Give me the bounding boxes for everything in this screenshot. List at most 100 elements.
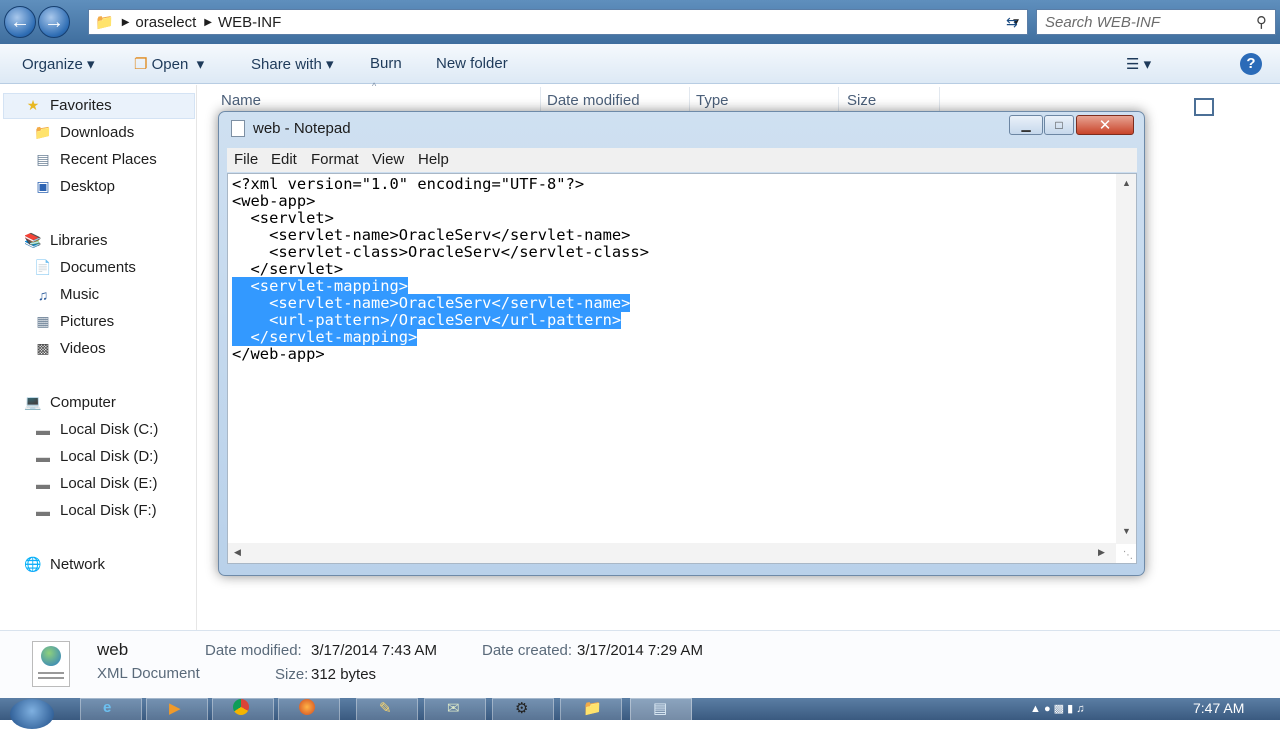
view-options-icon[interactable]: ☰ ▾ (1126, 55, 1151, 73)
column-divider[interactable] (838, 87, 839, 113)
editor-line[interactable]: </web-app> (232, 346, 1112, 363)
breadcrumb-web-inf[interactable]: WEB-INF (218, 14, 281, 31)
help-icon[interactable]: ? (1240, 53, 1262, 75)
sidebar-item-recent-places[interactable]: ▤ Recent Places (34, 151, 156, 168)
line-text: <?xml version="1.0" encoding="UTF-8"?> (232, 175, 585, 193)
menu-file[interactable]: File (234, 151, 258, 168)
clock[interactable]: 7:47 AM (1193, 700, 1244, 716)
scroll-left-icon[interactable]: ◀ (234, 547, 241, 558)
sidebar-item-desktop[interactable]: ▣ Desktop (34, 178, 115, 195)
editor-line[interactable]: <servlet-name>OracleServ</servlet-name> (232, 227, 1112, 244)
sidebar-favorites[interactable]: ★ Favorites (24, 97, 112, 114)
address-bar[interactable]: 📁 ▶ oraselect ▶ WEB-INF ▼ (88, 9, 1028, 35)
scroll-right-icon[interactable]: ▶ (1098, 547, 1105, 558)
network-icon: 🌐 (24, 556, 42, 572)
column-type[interactable]: Type (696, 92, 729, 109)
videos-icon: ▩ (36, 340, 50, 356)
new-folder-button[interactable]: New folder (436, 55, 508, 72)
pictures-icon: ▦ (36, 313, 50, 329)
sidebar-item-local-disk-f[interactable]: ▬ Local Disk (F:) (34, 502, 157, 519)
taskbar-server-button[interactable]: ⚙ (492, 698, 554, 720)
column-date-modified[interactable]: Date modified (547, 92, 640, 109)
organize-button[interactable]: Organize ▾ (22, 55, 95, 73)
taskbar-chrome-button[interactable] (212, 698, 274, 720)
text-editor[interactable]: <?xml version="1.0" encoding="UTF-8"?> <w… (227, 173, 1137, 564)
menu-help[interactable]: Help (418, 151, 449, 168)
search-icon[interactable]: ⚲ (1256, 13, 1267, 31)
documents-icon: 📄 (34, 259, 52, 275)
music-icon: ♫ (37, 286, 49, 303)
navigation-pane: ★ Favorites 📁 Downloads ▤ Recent Places ▣ De… (0, 85, 197, 630)
breadcrumb-oraselect[interactable]: oraselect (135, 14, 196, 31)
sidebar-network[interactable]: 🌐 Network (24, 556, 105, 573)
editor-text[interactable]: <?xml version="1.0" encoding="UTF-8"?> <w… (232, 176, 1112, 542)
share-with-button[interactable]: Share with ▾ (251, 55, 334, 73)
file-name: web (97, 640, 129, 659)
line-text: <servlet> (232, 209, 334, 227)
editor-line[interactable]: <servlet-mapping> (232, 277, 1112, 295)
tray-icons[interactable]: ▲ ● ▩ ▮ ♫ (1030, 702, 1084, 715)
selected-text: <servlet-mapping> (232, 277, 409, 295)
drive-icon: ▬ (36, 475, 50, 492)
sidebar-libraries[interactable]: 📚 Libraries (24, 232, 107, 249)
taskbar-mail-button[interactable]: ✉ (424, 698, 486, 720)
size-value: 312 bytes (311, 666, 377, 683)
burn-button[interactable]: Burn (370, 55, 402, 72)
drive-icon: ▬ (36, 502, 50, 519)
forward-button[interactable]: → (38, 6, 70, 38)
taskbar-paint-button[interactable]: ✎ (356, 698, 418, 720)
taskbar-notepad-button[interactable]: ▤ (630, 698, 692, 720)
editor-line[interactable]: <web-app> (232, 193, 1112, 210)
taskbar-explorer-button[interactable]: 📁 (560, 698, 622, 720)
sidebar-item-local-disk-c[interactable]: ▬ Local Disk (C:) (34, 421, 158, 438)
recent-places-icon: ▤ (36, 151, 50, 167)
arrow-left-icon: ← (10, 10, 30, 33)
taskbar-firefox-button[interactable] (278, 698, 340, 720)
firefox-icon (299, 699, 315, 715)
command-bar: Organize ▾ ❐ Open ▾ Share with ▾ Burn Ne… (0, 44, 1280, 116)
editor-line[interactable]: <servlet-name>OracleServ</servlet-name> (232, 294, 1112, 312)
editor-line[interactable]: <url-pattern>/OracleServ</url-pattern> (232, 311, 1112, 329)
taskbar-media-button[interactable]: ▶ (146, 698, 208, 720)
resize-grip-icon[interactable]: ⋱ (1123, 550, 1133, 561)
sidebar-item-local-disk-e[interactable]: ▬ Local Disk (E:) (34, 475, 158, 492)
start-button[interactable] (10, 699, 54, 729)
editor-line[interactable]: </servlet> (232, 261, 1112, 278)
horizontal-scrollbar[interactable]: ◀ ▶ (228, 543, 1116, 563)
minimize-button[interactable]: ▁ (1009, 115, 1043, 135)
menu-format[interactable]: Format (311, 151, 359, 168)
close-button[interactable]: ✕ (1076, 115, 1134, 135)
search-input[interactable]: Search WEB-INF ⚲ (1036, 9, 1276, 35)
taskbar: e ▶ ✎ ✉ ⚙ 📁 ▤ ▲ ● ▩ ▮ ♫ 7:47 AM (0, 698, 1280, 729)
taskbar-ie-button[interactable]: e (80, 698, 142, 720)
sidebar-computer[interactable]: 💻 Computer (24, 394, 116, 411)
column-name[interactable]: Name (221, 92, 261, 109)
editor-line[interactable]: <servlet> (232, 210, 1112, 227)
sidebar-item-videos[interactable]: ▩ Videos (34, 340, 105, 357)
notepad-titlebar[interactable]: web - Notepad (231, 120, 351, 137)
sidebar-item-documents[interactable]: 📄 Documents (34, 259, 136, 276)
sidebar-item-local-disk-d[interactable]: ▬ Local Disk (D:) (34, 448, 158, 465)
editor-line[interactable]: </servlet-mapping> (232, 328, 1112, 346)
open-button[interactable]: ❐ Open ▾ (134, 55, 204, 73)
back-button[interactable]: ← (4, 6, 36, 38)
sidebar-item-pictures[interactable]: ▦ Pictures (34, 313, 114, 330)
notepad-window[interactable]: web - Notepad ▁ □ ✕ File Edit Format Vie… (218, 111, 1145, 576)
editor-line[interactable]: <?xml version="1.0" encoding="UTF-8"?> (232, 176, 1112, 193)
scroll-down-icon[interactable]: ▼ (1122, 526, 1131, 536)
menu-view[interactable]: View (372, 151, 404, 168)
column-divider[interactable] (540, 87, 541, 113)
editor-line[interactable]: <servlet-class>OracleServ</servlet-class… (232, 244, 1112, 261)
scroll-up-icon[interactable]: ▲ (1122, 178, 1131, 188)
refresh-icon[interactable]: ⇆ (1006, 14, 1018, 31)
vertical-scrollbar[interactable]: ▲ ▼ (1116, 174, 1136, 544)
open-icon: ❐ (134, 56, 148, 73)
sidebar-item-music[interactable]: ♫ Music (34, 286, 99, 303)
column-divider[interactable] (689, 87, 690, 113)
sidebar-item-downloads[interactable]: 📁 Downloads (34, 124, 134, 141)
menu-edit[interactable]: Edit (271, 151, 297, 168)
maximize-button[interactable]: □ (1044, 115, 1074, 135)
computer-icon: 💻 (24, 394, 42, 410)
column-divider[interactable] (939, 87, 940, 113)
column-size[interactable]: Size (847, 92, 876, 109)
